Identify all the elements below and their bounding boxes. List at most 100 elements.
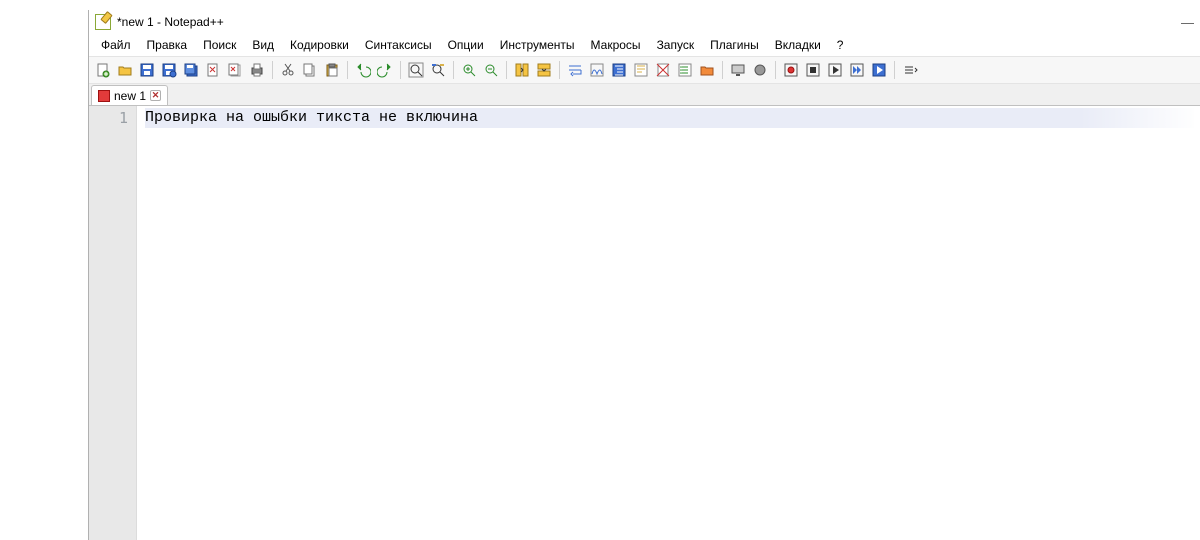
play-macro-multi-icon	[849, 62, 865, 78]
menu-синтаксисы[interactable]: Синтаксисы	[357, 36, 440, 54]
clear-icon	[752, 62, 768, 78]
sync-v-button[interactable]	[512, 60, 532, 80]
menu-файл[interactable]: Файл	[93, 36, 139, 54]
func-list-icon	[677, 62, 693, 78]
wrap-icon	[567, 62, 583, 78]
toolbar-separator	[506, 61, 507, 79]
toolbar-separator	[453, 61, 454, 79]
wrap-button[interactable]	[565, 60, 585, 80]
text-surface[interactable]: Провирка на ошыбки тикста не включина	[137, 106, 1200, 540]
sync-v-icon	[514, 62, 530, 78]
close-icon	[205, 62, 221, 78]
monitor-icon	[730, 62, 746, 78]
toolbar-separator	[559, 61, 560, 79]
paste-button[interactable]	[322, 60, 342, 80]
play-macro-multi-button[interactable]	[847, 60, 867, 80]
cut-button[interactable]	[278, 60, 298, 80]
new-file-button[interactable]	[93, 60, 113, 80]
titlebar: *new 1 - Notepad++ ―	[89, 10, 1200, 34]
undo-button[interactable]	[353, 60, 373, 80]
redo-icon	[377, 62, 393, 78]
save-copy-icon	[161, 62, 177, 78]
toolbar-separator	[347, 61, 348, 79]
notepadpp-window: *new 1 - Notepad++ ― ФайлПравкаПоискВидК…	[88, 10, 1200, 540]
menu-опции[interactable]: Опции	[440, 36, 492, 54]
tab-new-1[interactable]: new 1 ✕	[91, 85, 168, 105]
zoom-in-icon	[461, 62, 477, 78]
unsaved-icon	[98, 90, 110, 102]
sync-h-button[interactable]	[534, 60, 554, 80]
menu-правка[interactable]: Правка	[139, 36, 196, 54]
lang-panel-icon	[633, 62, 649, 78]
save-macro-button[interactable]	[869, 60, 889, 80]
copy-icon	[302, 62, 318, 78]
stop-macro-button[interactable]	[803, 60, 823, 80]
folder-button[interactable]	[697, 60, 717, 80]
window-controls: ―	[1181, 15, 1194, 30]
tab-close-button[interactable]: ✕	[150, 90, 161, 101]
menu-макросы[interactable]: Макросы	[583, 36, 649, 54]
close-all-icon	[227, 62, 243, 78]
paste-icon	[324, 62, 340, 78]
clear-button[interactable]	[750, 60, 770, 80]
play-macro-icon	[827, 62, 843, 78]
undo-icon	[355, 62, 371, 78]
tab-label: new 1	[114, 89, 146, 103]
menu-?[interactable]: ?	[829, 36, 852, 54]
show-ws-icon	[589, 62, 605, 78]
func-list-button[interactable]	[675, 60, 695, 80]
menubar: ФайлПравкаПоискВидКодировкиСинтаксисыОпц…	[89, 34, 1200, 56]
toolbar-separator	[400, 61, 401, 79]
indent-guide-button[interactable]	[609, 60, 629, 80]
cut-icon	[280, 62, 296, 78]
toolbar-separator	[722, 61, 723, 79]
lang-panel-button[interactable]	[631, 60, 651, 80]
close-all-button[interactable]	[225, 60, 245, 80]
open-file-button[interactable]	[115, 60, 135, 80]
save-copy-button[interactable]	[159, 60, 179, 80]
sync-h-icon	[536, 62, 552, 78]
menu-запуск[interactable]: Запуск	[649, 36, 703, 54]
zoom-out-button[interactable]	[481, 60, 501, 80]
menu-вид[interactable]: Вид	[244, 36, 282, 54]
menu-инструменты[interactable]: Инструменты	[492, 36, 583, 54]
new-file-icon	[95, 62, 111, 78]
menu-поиск[interactable]: Поиск	[195, 36, 244, 54]
save-macro-icon	[871, 62, 887, 78]
zoom-in-button[interactable]	[459, 60, 479, 80]
print-icon	[249, 62, 265, 78]
find-replace-button[interactable]	[428, 60, 448, 80]
toolbar	[89, 56, 1200, 84]
save-button[interactable]	[137, 60, 157, 80]
menu-вкладки[interactable]: Вкладки	[767, 36, 829, 54]
doc-map-icon	[655, 62, 671, 78]
monitor-button[interactable]	[728, 60, 748, 80]
open-file-icon	[117, 62, 133, 78]
print-button[interactable]	[247, 60, 267, 80]
menu-overflow-button[interactable]	[900, 60, 920, 80]
redo-button[interactable]	[375, 60, 395, 80]
find-button[interactable]	[406, 60, 426, 80]
show-ws-button[interactable]	[587, 60, 607, 80]
close-button[interactable]	[203, 60, 223, 80]
menu-overflow-icon	[902, 62, 918, 78]
toolbar-separator	[775, 61, 776, 79]
toolbar-separator	[894, 61, 895, 79]
line-gutter: 1	[89, 106, 137, 540]
text-line[interactable]: Провирка на ошыбки тикста не включина	[145, 108, 1194, 128]
menu-кодировки[interactable]: Кодировки	[282, 36, 357, 54]
doc-map-button[interactable]	[653, 60, 673, 80]
play-macro-button[interactable]	[825, 60, 845, 80]
menu-плагины[interactable]: Плагины	[702, 36, 767, 54]
copy-button[interactable]	[300, 60, 320, 80]
find-replace-icon	[430, 62, 446, 78]
indent-guide-icon	[611, 62, 627, 78]
save-all-icon	[183, 62, 199, 78]
save-all-button[interactable]	[181, 60, 201, 80]
rec-macro-button[interactable]	[781, 60, 801, 80]
tabbar: new 1 ✕	[89, 84, 1200, 106]
stop-macro-icon	[805, 62, 821, 78]
minimize-button[interactable]: ―	[1181, 15, 1194, 30]
app-icon	[95, 14, 111, 30]
folder-icon	[699, 62, 715, 78]
